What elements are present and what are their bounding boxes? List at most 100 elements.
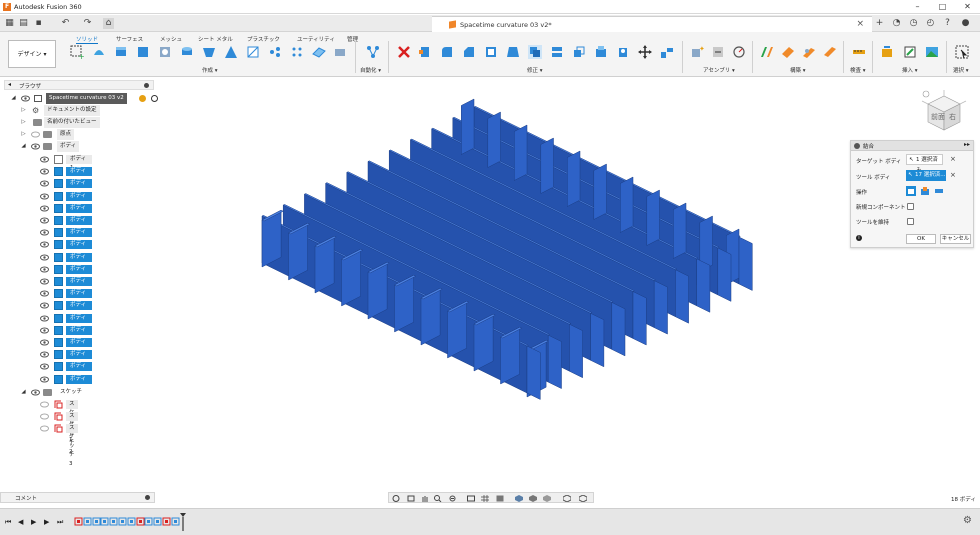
- visibility-eye-icon[interactable]: [40, 241, 49, 248]
- divider-fin-right[interactable]: [526, 345, 541, 400]
- grid-settings-icon[interactable]: [481, 495, 489, 502]
- automate-group-label[interactable]: 自動化 ▾: [360, 66, 381, 74]
- redo-icon[interactable]: ↷: [82, 18, 93, 29]
- timeline-marker-icon[interactable]: [180, 513, 186, 531]
- visibility-eye-icon[interactable]: [31, 389, 40, 396]
- document-tab[interactable]: Spacetime curvature 03 v2* ×: [432, 16, 872, 32]
- close-document-icon[interactable]: ×: [856, 19, 864, 29]
- visual-style-icon[interactable]: [529, 495, 537, 502]
- divider-fin-back[interactable]: [593, 163, 607, 220]
- add-comment-icon[interactable]: [145, 495, 150, 500]
- hidden-eye-icon[interactable]: [40, 413, 49, 420]
- divider-fin-right[interactable]: [738, 236, 753, 291]
- combine-icon[interactable]: [528, 45, 542, 59]
- visibility-eye-icon[interactable]: [40, 290, 49, 297]
- offset-plane-icon[interactable]: [760, 45, 774, 59]
- timeline-feature-icon[interactable]: [136, 516, 145, 526]
- dialog-header[interactable]: 結合 ▸▸: [851, 141, 973, 151]
- timeline-feature-icon[interactable]: [100, 516, 109, 526]
- timeline-feature-icon[interactable]: [153, 516, 162, 526]
- intersect-operation-icon[interactable]: [934, 186, 944, 196]
- step-forward-icon[interactable]: ▶: [44, 518, 49, 526]
- home-view-icon[interactable]: [922, 90, 930, 98]
- target-body-selector[interactable]: ↖ 1 選択済み: [906, 154, 943, 174]
- expand-toggle-icon[interactable]: ▷: [20, 117, 27, 128]
- tree-item-sketches[interactable]: ◢ スケッチ: [20, 387, 150, 398]
- browser-panel-header[interactable]: ◂ ブラウザ: [4, 80, 154, 90]
- expand-toggle-icon[interactable]: ◢: [20, 141, 27, 152]
- visibility-eye-icon[interactable]: [40, 254, 49, 261]
- zoom-icon[interactable]: [434, 495, 442, 502]
- visibility-eye-icon[interactable]: [40, 205, 49, 212]
- insert-derive-icon[interactable]: [880, 45, 894, 59]
- divider-fin-back[interactable]: [487, 111, 501, 168]
- divider-fin-right[interactable]: [675, 269, 689, 324]
- timeline-feature-icon[interactable]: [109, 516, 118, 526]
- fit-icon[interactable]: [449, 495, 457, 502]
- insert-canvas-icon[interactable]: [925, 45, 939, 59]
- cancel-button[interactable]: キャンセル: [940, 234, 971, 244]
- visibility-eye-icon[interactable]: [40, 229, 49, 236]
- insert-group-label[interactable]: 挿入 ▾: [902, 66, 918, 74]
- divider-fin-back[interactable]: [567, 150, 581, 207]
- divider-fin-right[interactable]: [590, 312, 605, 368]
- visibility-eye-icon[interactable]: [40, 363, 49, 370]
- undo-icon[interactable]: ↶: [60, 18, 71, 29]
- tab-surface[interactable]: サーフェス: [116, 35, 143, 43]
- join-operation-icon[interactable]: [906, 186, 916, 196]
- close-window-button[interactable]: ✕: [955, 0, 980, 14]
- timeline-feature-icon[interactable]: [83, 516, 92, 526]
- browser-options-icon[interactable]: [144, 83, 149, 88]
- activate-radio-icon[interactable]: [151, 95, 158, 102]
- tab-sheet-metal[interactable]: シート メタル: [198, 35, 233, 43]
- divider-fin-right[interactable]: [632, 291, 647, 346]
- expand-toggle-icon[interactable]: ▷: [20, 105, 27, 116]
- tab-manage[interactable]: 管理: [347, 35, 358, 43]
- chamfer-icon[interactable]: [462, 45, 476, 59]
- thicken-icon[interactable]: [312, 45, 326, 59]
- timeline-feature-icon[interactable]: [74, 516, 83, 526]
- construct-group-label[interactable]: 構築 ▾: [790, 66, 806, 74]
- account-avatar[interactable]: ●: [960, 18, 971, 29]
- align-icon[interactable]: [660, 45, 674, 59]
- timeline-feature-icon[interactable]: [162, 516, 171, 526]
- save-icon[interactable]: ▪: [33, 18, 44, 29]
- divider-fin-right[interactable]: [653, 280, 668, 335]
- assemble-group-label[interactable]: アセンブリ ▾: [703, 66, 735, 74]
- notifications-icon[interactable]: ◴: [925, 18, 936, 29]
- divider-fin-back[interactable]: [620, 176, 634, 233]
- divider-fin-back[interactable]: [540, 137, 554, 194]
- job-status-icon[interactable]: ◔: [891, 18, 902, 29]
- clear-tool-icon[interactable]: ×: [950, 171, 956, 179]
- clear-target-icon[interactable]: ×: [950, 155, 956, 163]
- visibility-eye-icon[interactable]: [40, 327, 49, 334]
- visibility-eye-icon[interactable]: [40, 193, 49, 200]
- joint-icon[interactable]: [711, 45, 725, 59]
- sweep-icon[interactable]: [202, 45, 216, 59]
- form-icon[interactable]: [92, 45, 106, 59]
- tree-item-document-settings[interactable]: ▷ ⚙ ドキュメントの設定: [20, 105, 150, 116]
- visibility-eye-icon[interactable]: [40, 315, 49, 322]
- physical-material-icon[interactable]: [616, 45, 630, 59]
- new-component-icon[interactable]: ✦: [690, 45, 704, 59]
- inspect-group-label[interactable]: 検査 ▾: [850, 66, 866, 74]
- pattern-icon[interactable]: [268, 45, 282, 59]
- extrude-icon[interactable]: [114, 45, 128, 59]
- hidden-eye-icon[interactable]: [40, 425, 49, 432]
- timeline-feature-icon[interactable]: [171, 516, 180, 526]
- home-icon[interactable]: ⌂: [103, 18, 114, 29]
- divider-fin-right[interactable]: [611, 301, 626, 357]
- tool-body-selector[interactable]: ↖ 17 選択済...: [906, 170, 946, 181]
- move-icon[interactable]: [638, 45, 652, 59]
- create-group-label[interactable]: 作成 ▾: [202, 66, 218, 74]
- emboss-icon[interactable]: [333, 45, 347, 59]
- divider-fin-back[interactable]: [673, 202, 687, 259]
- insert-mesh-icon[interactable]: [903, 45, 917, 59]
- divider-fin-right[interactable]: [696, 258, 711, 313]
- viewports-icon[interactable]: [496, 495, 504, 502]
- hole-icon[interactable]: [158, 45, 172, 59]
- draft-icon[interactable]: [506, 45, 520, 59]
- look-at-icon[interactable]: [407, 495, 415, 502]
- display-settings-icon[interactable]: [467, 495, 475, 502]
- divider-fin-right[interactable]: [547, 334, 562, 390]
